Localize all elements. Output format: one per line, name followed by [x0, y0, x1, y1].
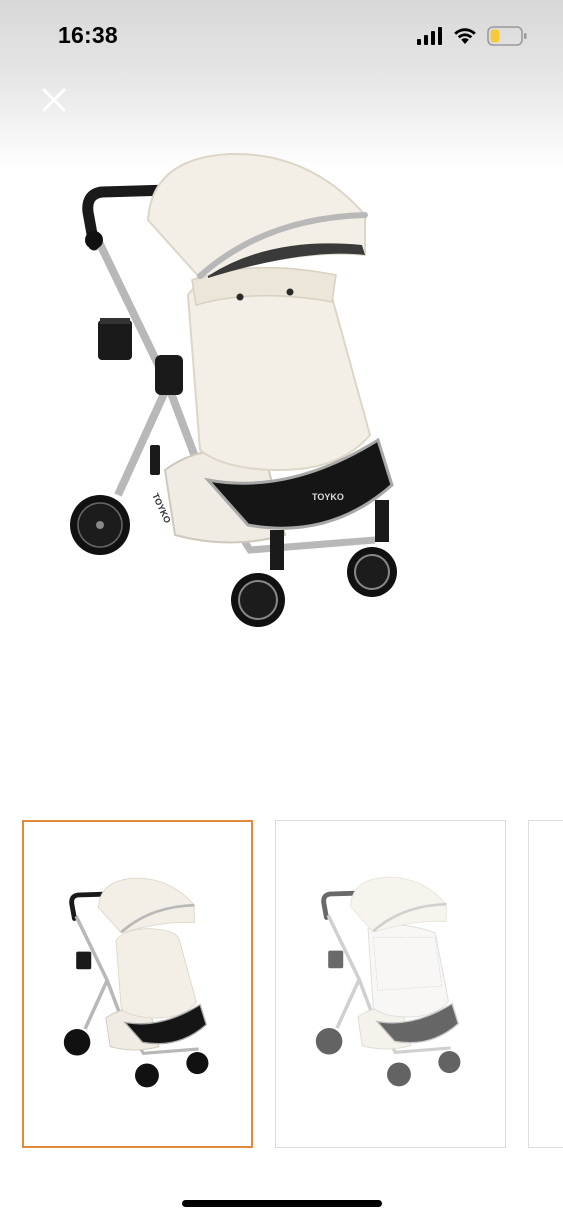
status-time: 16:38	[58, 22, 118, 48]
stroller-illustration: TOYKO TOYKO	[70, 152, 397, 627]
status-bar: 16:38	[0, 0, 563, 76]
close-button[interactable]	[36, 82, 72, 118]
thumbnail-image	[63, 877, 209, 1088]
thumbnail-1[interactable]	[22, 820, 253, 1148]
brand-label: TOYKO	[312, 492, 344, 502]
wifi-icon	[454, 28, 476, 44]
thumbnail-gallery	[0, 818, 563, 1150]
battery-icon	[487, 26, 527, 46]
signal-icon	[417, 27, 442, 45]
close-icon	[42, 88, 66, 112]
main-product-image[interactable]: TOYKO TOYKO	[40, 140, 440, 660]
thumbnail-3[interactable]	[528, 820, 563, 1148]
status-icons	[417, 26, 527, 46]
thumbnail-image	[315, 876, 461, 1087]
thumbnail-2[interactable]	[275, 820, 506, 1148]
home-indicator	[182, 1200, 382, 1207]
